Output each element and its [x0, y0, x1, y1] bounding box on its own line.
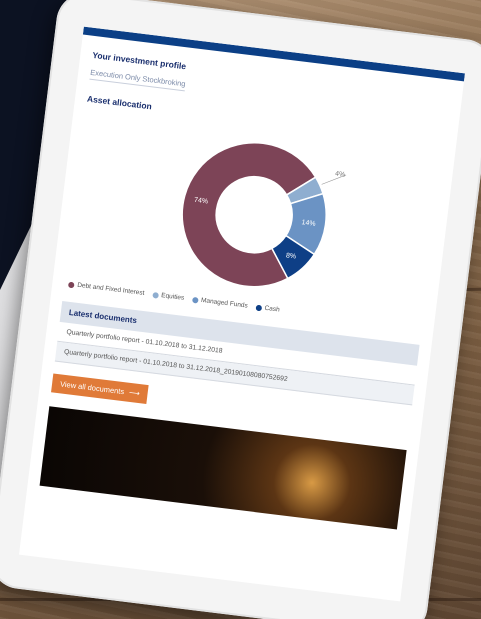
donut-chart-svg: 74%4%14%8%: [181, 142, 347, 288]
tablet: Your investment profile Execution Only S…: [0, 0, 481, 619]
legend-swatch: [191, 296, 199, 304]
donut-label: 8%: [286, 252, 297, 260]
view-all-documents-button[interactable]: View all documents ⟶: [51, 373, 149, 405]
legend-label: Managed Funds: [200, 296, 249, 310]
legend-label: Cash: [264, 304, 281, 314]
legend-swatch: [67, 281, 75, 288]
lamp-photo: [39, 406, 407, 530]
legend-item[interactable]: Equities: [151, 291, 185, 302]
legend-item[interactable]: Managed Funds: [191, 296, 249, 310]
donut-label: 4%: [335, 171, 346, 179]
legend-item[interactable]: Debt and Fixed Interest: [67, 281, 145, 297]
legend-label: Debt and Fixed Interest: [76, 281, 145, 297]
donut-chart: 74% 4% 14% 8%: [125, 121, 383, 309]
legend-item[interactable]: Cash: [255, 304, 280, 314]
arrow-right-icon: ⟶: [128, 387, 141, 399]
profile-value[interactable]: Execution Only Stockbroking: [89, 67, 187, 92]
legend-swatch: [255, 304, 262, 311]
tablet-screen: Your investment profile Execution Only S…: [19, 26, 465, 602]
legend-label: Equities: [160, 292, 185, 302]
legend-swatch: [151, 291, 159, 299]
view-all-label: View all documents: [59, 379, 125, 397]
